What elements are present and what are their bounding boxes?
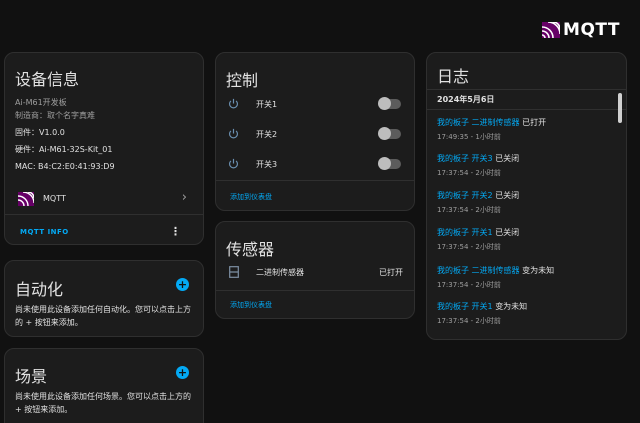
log-entity-link[interactable]: 我的板子 开关3 [437, 154, 493, 163]
scene-description: 尚未使用此设备添加任何场景。您可以点击上方的 + 按钮来添加。 [15, 392, 191, 414]
sensors-card: 传感器 二进制传感器 已打开 添加到仪表盘 [215, 221, 415, 319]
switch-toggle-2[interactable] [378, 127, 401, 140]
mqtt-integration-icon [18, 192, 34, 206]
add-scene-button[interactable]: + [176, 366, 189, 379]
log-entry: 我的板子 开关1 变为未知 17:37:54 - 2小时前 [437, 301, 614, 326]
log-action: 已关闭 [495, 228, 520, 237]
log-entry: 我的板子 开关2 已关闭 17:37:54 - 2小时前 [437, 190, 614, 215]
switch-toggle-3[interactable] [378, 157, 401, 170]
device-info-card: 设备信息 Ai-M61开发板 制造商：取个名字真难 固件：V1.0.0 硬件：A… [4, 52, 204, 245]
log-entry: 我的板子 二进制传感器 已打开 17:49:35 - 1小时前 [437, 117, 614, 142]
log-entity-link[interactable]: 我的板子 开关1 [437, 228, 493, 237]
controls-add-to-dashboard-button[interactable]: 添加到仪表盘 [230, 192, 272, 202]
power-icon [228, 158, 239, 169]
device-info-title: 设备信息 [15, 70, 80, 89]
device-model: Ai-M61开发板 [15, 98, 67, 107]
mqtt-logo: MQTT [542, 20, 620, 40]
log-time: 17:49:35 - 1小时前 [437, 133, 501, 141]
automation-description: 尚未使用此设备添加任何自动化。您可以点击上方的 + 按钮来添加。 [15, 305, 191, 327]
device-mac: MAC: B4:C2:E0:41:93:D9 [15, 162, 115, 171]
log-time: 17:37:54 - 2小时前 [437, 169, 501, 177]
logbook-title: 日志 [437, 67, 470, 86]
scene-card: 场景 + 尚未使用此设备添加任何场景。您可以点击上方的 + 按钮来添加。 [4, 348, 204, 423]
switch-row-3[interactable]: 开关3 [216, 154, 414, 174]
switch-label: 开关3 [256, 160, 278, 169]
log-entity-link[interactable]: 我的板子 二进制传感器 [437, 118, 520, 127]
log-entry: 我的板子 开关3 已关闭 17:37:54 - 2小时前 [437, 153, 614, 178]
controls-divider [216, 180, 414, 181]
logbook-card: 日志 2024年5月6日 我的板子 二进制传感器 已打开 17:49:35 - … [426, 52, 627, 340]
logbook-scrollbar[interactable] [618, 93, 622, 123]
mqtt-logo-text: MQTT [563, 20, 620, 40]
log-time: 17:37:54 - 2小时前 [437, 317, 501, 325]
automation-card: 自动化 + 尚未使用此设备添加任何自动化。您可以点击上方的 + 按钮来添加。 [4, 260, 204, 337]
log-action: 变为未知 [522, 266, 555, 275]
mqtt-info-button[interactable]: MQTT INFO [20, 228, 69, 236]
door-sensor-icon [229, 266, 239, 278]
power-icon [228, 98, 239, 109]
add-automation-button[interactable]: + [176, 278, 189, 291]
switch-label: 开关2 [256, 130, 278, 139]
switch-toggle-1[interactable] [378, 97, 401, 110]
device-manufacturer: 制造商：取个名字真难 [15, 111, 95, 120]
log-entry: 我的板子 开关1 已关闭 17:37:54 - 2小时前 [437, 227, 614, 252]
sensors-title: 传感器 [226, 240, 275, 259]
sensor-label: 二进制传感器 [256, 268, 304, 277]
log-action: 已打开 [522, 118, 547, 127]
scene-title: 场景 [15, 367, 48, 386]
mqtt-integration-row[interactable]: MQTT › [5, 188, 203, 210]
automation-title: 自动化 [15, 280, 64, 299]
chevron-right-icon: › [181, 190, 187, 205]
mqtt-integration-label: MQTT [43, 194, 66, 203]
device-info-divider [5, 214, 203, 215]
device-firmware: 固件：V1.0.0 [15, 128, 65, 137]
log-time: 17:37:54 - 2小时前 [437, 206, 501, 214]
controls-card: 控制 开关1 开关2 开关3 添加到仪表盘 [215, 52, 415, 211]
logbook-date: 2024年5月6日 [437, 95, 495, 104]
log-action: 已关闭 [495, 154, 520, 163]
controls-title: 控制 [226, 71, 259, 90]
sensors-divider [216, 290, 414, 291]
log-time: 17:37:54 - 2小时前 [437, 281, 501, 289]
power-icon [228, 128, 239, 139]
more-vert-icon[interactable]: ⋮ [170, 226, 181, 237]
logbook-date-divider [427, 109, 626, 110]
switch-row-1[interactable]: 开关1 [216, 94, 414, 114]
log-entity-link[interactable]: 我的板子 开关1 [437, 302, 493, 311]
device-hardware: 硬件：Ai-M61-32S-Kit_01 [15, 145, 113, 154]
log-entry: 我的板子 二进制传感器 变为未知 17:37:54 - 2小时前 [437, 265, 614, 290]
log-entity-link[interactable]: 我的板子 开关2 [437, 191, 493, 200]
mqtt-logo-icon [542, 22, 561, 38]
log-time: 17:37:54 - 2小时前 [437, 243, 501, 251]
log-action: 已关闭 [495, 191, 520, 200]
log-action: 变为未知 [495, 302, 528, 311]
sensors-add-to-dashboard-button[interactable]: 添加到仪表盘 [230, 300, 272, 310]
log-entity-link[interactable]: 我的板子 二进制传感器 [437, 266, 520, 275]
switch-label: 开关1 [256, 100, 278, 109]
sensor-row-binary[interactable]: 二进制传感器 已打开 [216, 262, 414, 282]
sensor-state: 已打开 [379, 268, 403, 277]
logbook-header-divider [427, 89, 626, 90]
switch-row-2[interactable]: 开关2 [216, 124, 414, 144]
